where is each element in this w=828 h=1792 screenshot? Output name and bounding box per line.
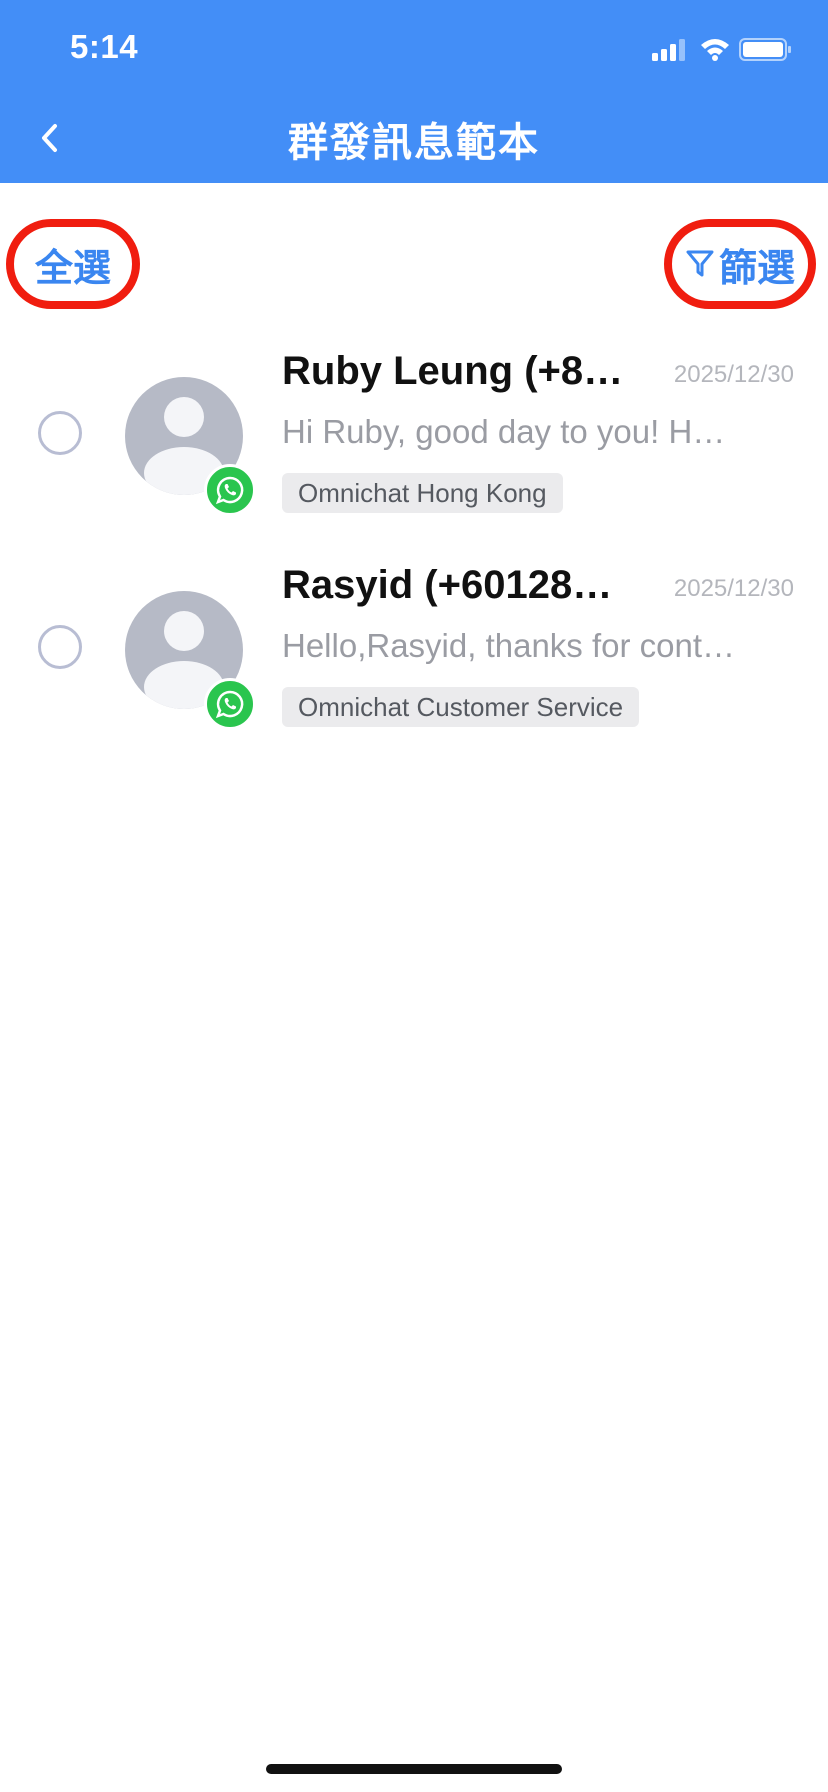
list-item[interactable]: Ruby Leung (+8… 2025/12/30 Hi Ruby, good… <box>0 335 828 535</box>
select-all-button[interactable]: 全選 <box>6 219 140 309</box>
message-preview: Hi Ruby, good day to you! H… <box>282 413 726 450</box>
list-item[interactable]: Rasyid (+60128… 2025/12/30 Hello,Rasyid,… <box>0 549 828 749</box>
whatsapp-icon <box>204 678 256 730</box>
page-title: 群發訊息範本 <box>288 121 540 165</box>
filter-icon <box>686 250 714 277</box>
home-indicator[interactable] <box>266 1764 562 1774</box>
whatsapp-icon <box>204 464 256 516</box>
action-bar: 全選 篩選 <box>0 183 828 333</box>
contact-name: Rasyid (+60128… <box>282 563 613 607</box>
filter-label: 篩選 <box>718 247 795 290</box>
channel-tag: Omnichat Hong Kong <box>282 473 563 513</box>
message-preview: Hello,Rasyid, thanks for cont… <box>282 627 736 664</box>
header: 5:14 群發訊息範本 <box>0 0 828 183</box>
channel-tag: Omnichat Customer Service <box>282 687 640 727</box>
select-radio[interactable] <box>38 625 82 669</box>
wifi-icon <box>701 39 729 61</box>
contact-date: 2025/12/30 <box>673 575 794 602</box>
select-all-label: 全選 <box>34 247 111 290</box>
contact-date: 2025/12/30 <box>673 361 794 388</box>
signal-icon <box>652 39 685 61</box>
status-time: 5:14 <box>70 28 139 65</box>
battery-icon <box>739 38 791 61</box>
contact-name: Ruby Leung (+8… <box>282 349 624 393</box>
select-radio[interactable] <box>38 411 82 455</box>
status-icons <box>652 38 791 61</box>
filter-button[interactable]: 篩選 <box>664 219 816 309</box>
